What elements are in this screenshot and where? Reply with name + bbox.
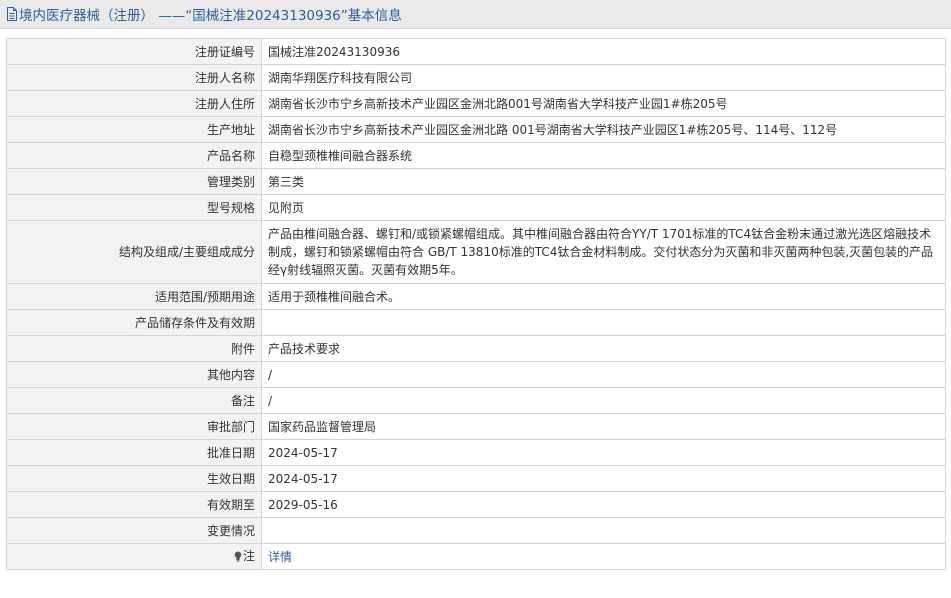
- row-label: 产品名称: [6, 142, 262, 169]
- row-value: /: [261, 361, 946, 388]
- table-row: 型号规格 见附页: [6, 194, 946, 221]
- row-value: 国家药品监督管理局: [261, 413, 946, 440]
- document-icon: [6, 7, 18, 21]
- details-link[interactable]: 详情: [268, 550, 292, 564]
- row-label: 注册人住所: [6, 90, 262, 117]
- row-label: 审批部门: [6, 413, 262, 440]
- row-value: 第三类: [261, 168, 946, 195]
- row-value: /: [261, 387, 946, 414]
- lightbulb-icon: [234, 550, 242, 566]
- row-value: 产品技术要求: [261, 335, 946, 362]
- page-header: 境内医疗器械（注册） ——“国械注准20243130936”基本信息: [0, 0, 951, 29]
- table-row: 结构及组成/主要组成成分 产品由椎间融合器、螺钉和/或锁紧螺帽组成。其中椎间融合器…: [6, 220, 946, 284]
- row-value: 2029-05-16: [261, 491, 946, 518]
- row-value: 2024-05-17: [261, 439, 946, 466]
- row-value: [261, 517, 946, 544]
- row-label: 有效期至: [6, 491, 262, 518]
- table-row: 生产地址 湖南省长沙市宁乡高新技术产业园区金洲北路 001号湖南省大学科技产业园区…: [6, 116, 946, 143]
- info-table: 注册证编号 国械注准20243130936 注册人名称 湖南华翔医疗科技有限公司 注册人…: [6, 38, 946, 570]
- row-label: 变更情况: [6, 517, 262, 544]
- row-label: 其他内容: [6, 361, 262, 388]
- table-row: 产品储存条件及有效期: [6, 309, 946, 336]
- table-row: 备注 /: [6, 387, 946, 414]
- table-row: 变更情况: [6, 517, 946, 544]
- table-row: 注 详情: [6, 543, 946, 570]
- row-label: 型号规格: [6, 194, 262, 221]
- table-row: 批准日期 2024-05-17: [6, 439, 946, 466]
- table-row: 注册证编号 国械注准20243130936: [6, 38, 946, 65]
- row-label: 批准日期: [6, 439, 262, 466]
- row-label: 管理类别: [6, 168, 262, 195]
- page-title: 境内医疗器械（注册） ——“国械注准20243130936”基本信息: [19, 8, 402, 24]
- row-value: 2024-05-17: [261, 465, 946, 492]
- row-value: 产品由椎间融合器、螺钉和/或锁紧螺帽组成。其中椎间融合器由符合YY/T 1701…: [261, 220, 946, 284]
- row-value: 见附页: [261, 194, 946, 221]
- row-value: 湖南省长沙市宁乡高新技术产业园区金洲北路001号湖南省大学科技产业园1#栋205…: [261, 90, 946, 117]
- note-label: 注: [242, 548, 255, 563]
- row-value: 湖南省长沙市宁乡高新技术产业园区金洲北路 001号湖南省大学科技产业园区1#栋2…: [261, 116, 946, 143]
- row-label: 备注: [6, 387, 262, 414]
- row-value: 自稳型颈椎椎间融合器系统: [261, 142, 946, 169]
- row-label: 注册证编号: [6, 38, 262, 65]
- table-row: 审批部门 国家药品监督管理局: [6, 413, 946, 440]
- table-row: 其他内容 /: [6, 361, 946, 388]
- row-label: 附件: [6, 335, 262, 362]
- row-label: 产品储存条件及有效期: [6, 309, 262, 336]
- table-row: 注册人名称 湖南华翔医疗科技有限公司: [6, 64, 946, 91]
- info-table-body: 注册证编号 国械注准20243130936 注册人名称 湖南华翔医疗科技有限公司 注册人…: [6, 38, 946, 570]
- row-value: 详情: [261, 543, 946, 570]
- row-label: 注: [6, 543, 262, 570]
- row-value: [261, 309, 946, 336]
- row-label: 生效日期: [6, 465, 262, 492]
- table-row: 附件 产品技术要求: [6, 335, 946, 362]
- row-label: 注册人名称: [6, 64, 262, 91]
- table-row: 管理类别 第三类: [6, 168, 946, 195]
- row-value: 适用于颈椎椎间融合术。: [261, 283, 946, 310]
- table-row: 注册人住所 湖南省长沙市宁乡高新技术产业园区金洲北路001号湖南省大学科技产业园1…: [6, 90, 946, 117]
- table-row: 有效期至 2029-05-16: [6, 491, 946, 518]
- info-panel: 注册证编号 国械注准20243130936 注册人名称 湖南华翔医疗科技有限公司 注册人…: [0, 29, 951, 570]
- row-label: 结构及组成/主要组成成分: [6, 220, 262, 284]
- table-row: 生效日期 2024-05-17: [6, 465, 946, 492]
- row-label: 适用范围/预期用途: [6, 283, 262, 310]
- row-label: 生产地址: [6, 116, 262, 143]
- row-value: 湖南华翔医疗科技有限公司: [261, 64, 946, 91]
- table-row: 适用范围/预期用途 适用于颈椎椎间融合术。: [6, 283, 946, 310]
- row-value: 国械注准20243130936: [261, 38, 946, 65]
- table-row: 产品名称 自稳型颈椎椎间融合器系统: [6, 142, 946, 169]
